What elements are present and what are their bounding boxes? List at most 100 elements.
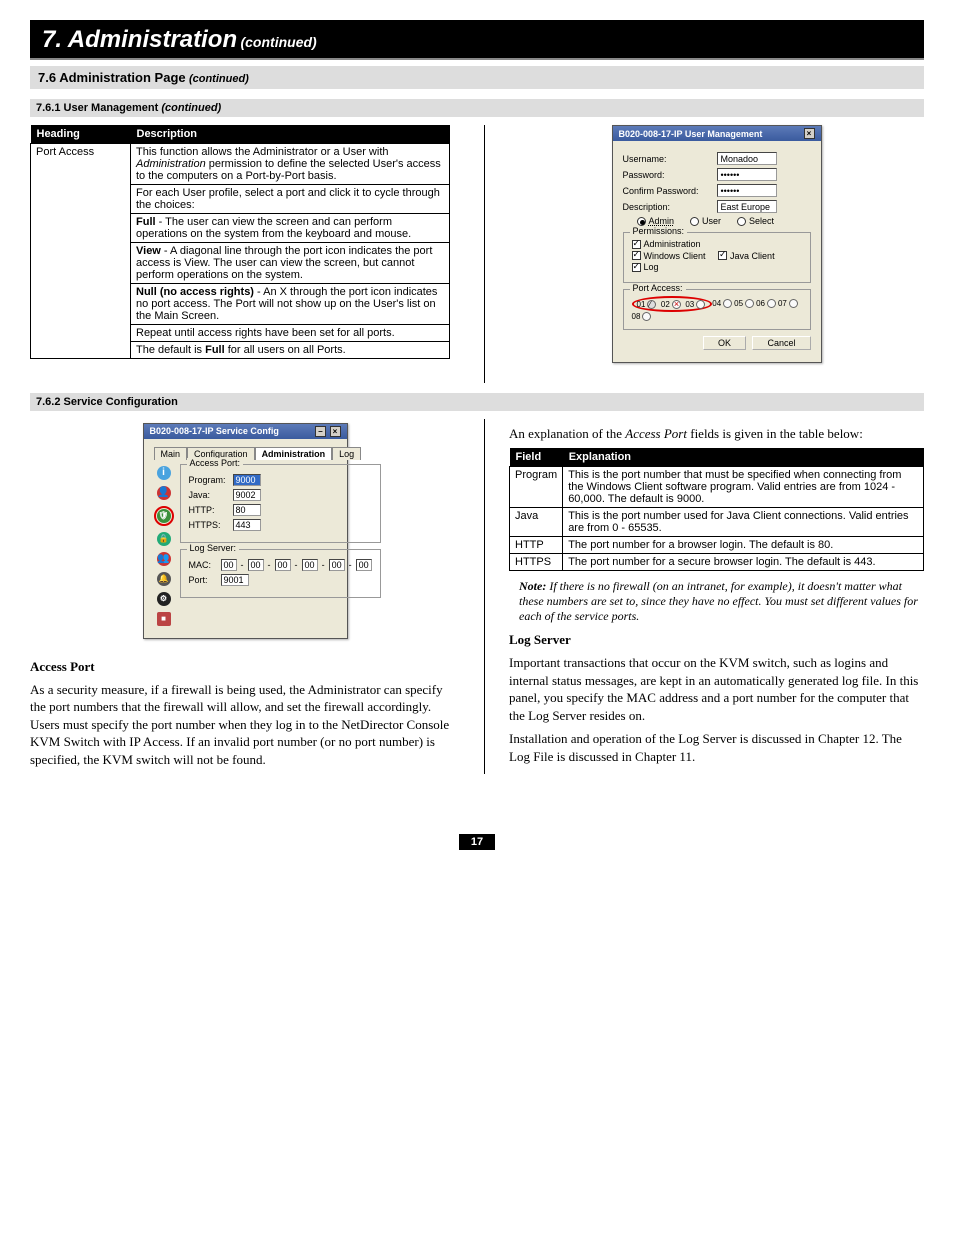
http-field[interactable]: 80 [233, 504, 261, 516]
row-heading: Port Access [31, 144, 131, 359]
perm-java-checkbox[interactable]: Java Client [718, 251, 775, 261]
bell-icon[interactable]: 🔔 [157, 572, 171, 586]
access-port-field-table: Field Explanation ProgramThis is the por… [509, 448, 924, 571]
table-cell: Null (no access rights) - An X through t… [131, 284, 450, 325]
tab-main[interactable]: Main [154, 447, 188, 460]
gear-icon[interactable]: ⚙ [157, 592, 171, 606]
mac-field-1[interactable]: 00 [248, 559, 264, 571]
log-server-p2: Installation and operation of the Log Se… [509, 730, 924, 765]
password-label: Password: [623, 170, 711, 180]
chapter-header: 7. Administration (continued) [30, 20, 924, 60]
section-header: 7.6 Administration Page (continued) [30, 66, 924, 89]
tab-administration[interactable]: Administration [255, 447, 333, 460]
subsection-7-6-2: 7.6.2 Service Configuration [30, 393, 924, 411]
port-01[interactable]: 01⁄ [637, 300, 657, 309]
tab-log[interactable]: Log [332, 447, 361, 460]
column-divider [484, 419, 485, 775]
confirm-password-label: Confirm Password: [623, 186, 711, 196]
subsection-continued: (continued) [161, 102, 221, 114]
table-cell: The default is Full for all users on all… [131, 342, 450, 359]
port-field[interactable]: 9001 [221, 574, 249, 586]
field-table-intro: An explanation of the Access Port fields… [509, 425, 924, 443]
perm-admin-checkbox[interactable]: Administration [632, 239, 701, 249]
username-field[interactable]: Monadoo [717, 152, 777, 165]
info-icon[interactable]: i [157, 466, 171, 480]
column-divider [484, 125, 485, 383]
dialog-title: B020-008-17-IP User Management [619, 129, 763, 139]
table-cell: For each User profile, select a port and… [131, 185, 450, 214]
program-label: Program: [189, 475, 229, 485]
shield-icon[interactable]: 🛡 [157, 509, 171, 523]
port-access-table: Heading Description Port Access This fun… [30, 125, 450, 359]
note-text: Note: If there is no firewall (on an int… [519, 579, 924, 624]
role-user-radio[interactable]: User [690, 216, 721, 226]
misc-icon[interactable]: ■ [157, 612, 171, 626]
field-name: Program [510, 467, 563, 508]
mac-field-5[interactable]: 00 [356, 559, 372, 571]
mac-field-4[interactable]: 00 [329, 559, 345, 571]
table-cell: Repeat until access rights have been set… [131, 325, 450, 342]
field-expl: This is the port number that must be spe… [563, 467, 924, 508]
col-explanation: Explanation [563, 448, 924, 467]
port-05[interactable]: 05 [734, 296, 754, 312]
port-07[interactable]: 07 [778, 296, 798, 312]
field-expl: This is the port number used for Java Cl… [563, 508, 924, 537]
mac-field-2[interactable]: 00 [275, 559, 291, 571]
subsection-7-6-1: 7.6.1 User Management (continued) [30, 99, 924, 117]
field-expl: The port number for a browser login. The… [563, 537, 924, 554]
lock-icon[interactable]: 🔒 [157, 532, 171, 546]
password-field[interactable]: •••••• [717, 168, 777, 181]
port-highlight-oval: 01⁄ 02× 03 [632, 296, 713, 312]
permissions-group: Permissions: Administration Windows Clie… [623, 232, 811, 283]
port-06[interactable]: 06 [756, 296, 776, 312]
log-server-group: Log Server: MAC: 00- 00- 00- 00- 00- 00 … [180, 549, 381, 598]
cancel-button[interactable]: Cancel [752, 336, 810, 350]
dialog-title: B020-008-17-IP Service Config [150, 426, 279, 436]
minimize-icon[interactable]: – [315, 426, 326, 437]
close-icon[interactable]: × [330, 426, 341, 437]
col-description: Description [131, 125, 450, 144]
port-03[interactable]: 03 [685, 300, 705, 309]
ok-button[interactable]: OK [703, 336, 746, 350]
table-cell: This function allows the Administrator o… [131, 144, 450, 185]
icon-highlight-oval: 🛡 [154, 506, 174, 526]
username-label: Username: [623, 154, 711, 164]
mac-field-0[interactable]: 00 [221, 559, 237, 571]
http-label: HTTP: [189, 505, 229, 515]
https-field[interactable]: 443 [233, 519, 261, 531]
section-continued: (continued) [189, 73, 249, 85]
user-icon[interactable]: 👤 [157, 486, 171, 500]
section-title: 7.6 Administration Page [38, 70, 186, 85]
log-server-heading: Log Server [509, 632, 924, 648]
user-mgmt-dialog: B020-008-17-IP User Management × Usernam… [612, 125, 822, 363]
col-heading: Heading [31, 125, 131, 144]
subsection-title: 7.6.2 Service Configuration [36, 396, 178, 408]
port-04[interactable]: 04 [712, 296, 732, 312]
port-02[interactable]: 02× [661, 300, 681, 309]
program-field[interactable]: 9000 [233, 474, 261, 486]
description-field[interactable]: East Europe [717, 200, 777, 213]
table-cell: Full - The user can view the screen and … [131, 214, 450, 243]
role-admin-radio[interactable]: Admin [637, 216, 675, 226]
field-name: Java [510, 508, 563, 537]
access-port-group: Access Port: Program:9000 Java:9002 HTTP… [180, 464, 381, 543]
java-field[interactable]: 9002 [233, 489, 261, 501]
mac-label: MAC: [189, 560, 217, 570]
users-icon[interactable]: 👥 [157, 552, 171, 566]
perm-log-checkbox[interactable]: Log [632, 262, 659, 272]
close-icon[interactable]: × [804, 128, 815, 139]
confirm-password-field[interactable]: •••••• [717, 184, 777, 197]
portaccess-group: Port Access: 01⁄ 02× 03 04 05 06 07 08 [623, 289, 811, 330]
col-field: Field [510, 448, 563, 467]
https-label: HTTPS: [189, 520, 229, 530]
java-label: Java: [189, 490, 229, 500]
perm-win-checkbox[interactable]: Windows Client [632, 251, 706, 261]
role-select-radio[interactable]: Select [737, 216, 774, 226]
service-config-dialog: B020-008-17-IP Service Config – × Main C… [143, 423, 348, 639]
port-08[interactable]: 08 [632, 312, 652, 321]
mac-field-3[interactable]: 00 [302, 559, 318, 571]
log-server-p1: Important transactions that occur on the… [509, 654, 924, 724]
chapter-continued: (continued) [240, 34, 316, 50]
subsection-title: 7.6.1 User Management [36, 102, 158, 114]
chapter-title: 7. Administration [42, 26, 237, 53]
